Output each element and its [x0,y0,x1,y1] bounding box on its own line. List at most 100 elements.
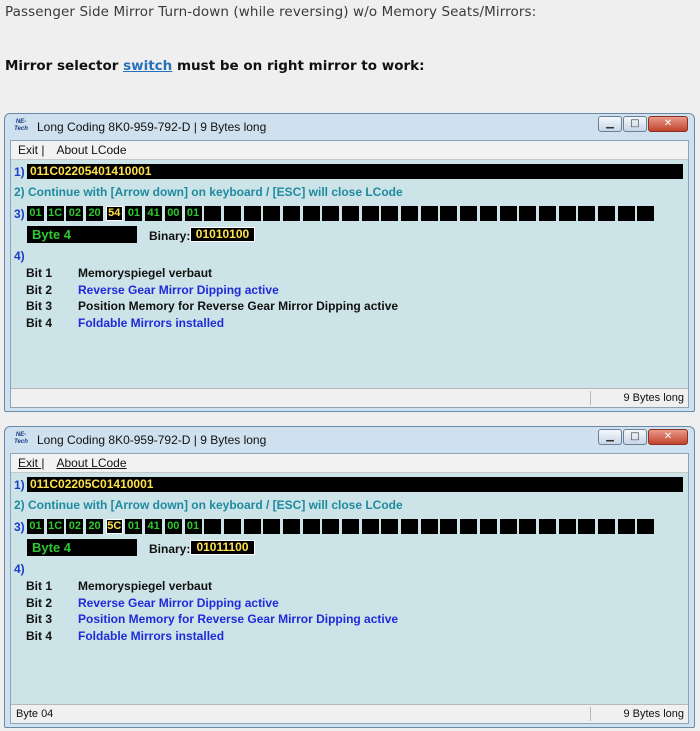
byte-cell[interactable] [617,206,635,221]
coding-field[interactable]: 011C02205C01410001 [27,477,683,492]
menu-exit[interactable]: Exit | [18,143,44,157]
byte-cell[interactable] [204,519,222,534]
byte-cell[interactable] [519,206,537,221]
byte-cell[interactable] [479,206,497,221]
maximize-button[interactable]: □ [623,429,647,445]
byte-cell[interactable] [361,519,379,534]
menu-about[interactable]: About LCode [56,143,126,157]
byte-cell[interactable] [597,206,615,221]
switch-link[interactable]: switch [123,58,172,74]
byte-cell[interactable]: 5C [105,519,123,534]
byte-cell[interactable] [282,519,300,534]
byte-cell[interactable] [263,206,281,221]
byte-cell[interactable]: 1C [46,519,64,534]
status-divider [590,707,591,721]
bit-row[interactable]: Bit 4 Foldable Mirrors installed [26,629,398,646]
byte-cell[interactable]: 01 [184,519,202,534]
byte-cell[interactable] [637,519,655,534]
byte-cell[interactable]: 00 [164,206,182,221]
byte-cell[interactable]: 41 [145,206,163,221]
byte-cell[interactable] [558,206,576,221]
bit-description: Foldable Mirrors installed [78,628,225,643]
bit-row[interactable]: Bit 2 Reverse Gear Mirror Dipping active [26,283,398,300]
byte-cell[interactable]: 1C [46,206,64,221]
byte-cell[interactable] [204,206,222,221]
byte-cell[interactable] [420,206,438,221]
byte-cell[interactable] [597,519,615,534]
byte-cell[interactable] [617,519,635,534]
byte-cell[interactable]: 01 [125,206,143,221]
bit-row[interactable]: Bit 1 Memoryspiegel verbaut [26,579,398,596]
byte-cell[interactable] [381,206,399,221]
byte-cell[interactable]: 01 [27,519,44,534]
byte-cell[interactable] [440,519,458,534]
byte-cell[interactable] [420,519,438,534]
bit-row[interactable]: Bit 3 Position Memory for Reverse Gear Mi… [26,299,398,316]
byte-cell[interactable]: 41 [145,519,163,534]
title-bar[interactable]: NE-Tech Long Coding 8K0-959-792-D | 9 By… [5,114,694,140]
byte-cell[interactable] [302,519,320,534]
byte-cell[interactable]: 02 [66,206,84,221]
close-button[interactable]: ✕ [648,429,688,445]
menu-exit[interactable]: Exit | [18,456,44,470]
bit-name: Bit 1 [26,266,53,280]
menu-bar: Exit | About LCode [11,454,688,473]
byte-cell[interactable] [322,519,340,534]
byte-cell[interactable]: 00 [164,519,182,534]
bit-row[interactable]: Bit 4 Foldable Mirrors installed [26,316,398,333]
byte-cell[interactable]: 01 [27,206,44,221]
bit-row[interactable]: Bit 2 Reverse Gear Mirror Dipping active [26,596,398,613]
byte-cell[interactable] [401,206,419,221]
byte-cell[interactable] [558,519,576,534]
byte-cell[interactable]: 02 [66,519,84,534]
byte-cells: 01 1C 02 20 54 01 41 00 01 [27,206,657,221]
byte-cell[interactable]: 54 [105,206,123,221]
byte-cell[interactable] [538,519,556,534]
byte-cell[interactable] [223,206,241,221]
close-button[interactable]: ✕ [648,116,688,132]
byte-cell[interactable] [401,519,419,534]
byte-cell[interactable] [440,206,458,221]
minimize-button[interactable]: ▁ [598,429,622,445]
byte-cell[interactable]: 01 [184,206,202,221]
byte-cell[interactable] [538,206,556,221]
byte-cell[interactable] [223,519,241,534]
byte-cell[interactable] [479,519,497,534]
byte-cell[interactable] [578,519,596,534]
byte-cell[interactable] [499,206,517,221]
byte-cell[interactable] [263,519,281,534]
bit-row[interactable]: Bit 3 Position Memory for Reverse Gear Mi… [26,612,398,629]
byte-cell[interactable] [460,206,478,221]
byte-cells: 01 1C 02 20 5C 01 41 00 01 [27,519,657,534]
binary-label: Binary: [149,542,191,556]
byte-cell[interactable] [519,519,537,534]
byte-cell[interactable] [381,519,399,534]
selected-byte-label: Byte 4 [27,226,137,243]
lcode-window-2: NE-Tech Long Coding 8K0-959-792-D | 9 By… [4,426,695,728]
client-area: Exit | About LCode 1) 011C02205401410001… [10,140,689,408]
minimize-button[interactable]: ▁ [598,116,622,132]
byte-cell[interactable] [342,519,359,534]
byte-cell[interactable]: 20 [86,519,104,534]
menu-about[interactable]: About LCode [56,456,126,470]
title-bar[interactable]: NE-Tech Long Coding 8K0-959-792-D | 9 By… [5,427,694,453]
byte-cell[interactable] [322,206,340,221]
row-4-number: 4) [14,249,25,263]
byte-cell[interactable] [302,206,320,221]
byte-cell[interactable] [578,206,596,221]
byte-cell[interactable]: 01 [125,519,143,534]
byte-cell[interactable] [460,519,478,534]
byte-cell[interactable]: 20 [86,206,104,221]
byte-cell[interactable] [499,519,517,534]
byte-cell[interactable] [282,206,300,221]
byte-cell[interactable] [243,519,261,534]
byte-cell[interactable] [361,206,379,221]
bit-description: Reverse Gear Mirror Dipping active [78,282,279,297]
byte-cell[interactable] [243,206,261,221]
coding-field[interactable]: 011C02205401410001 [27,164,683,179]
maximize-button[interactable]: □ [623,116,647,132]
byte-cell[interactable] [637,206,655,221]
byte-cell[interactable] [342,206,359,221]
bit-row[interactable]: Bit 1 Memoryspiegel verbaut [26,266,398,283]
binary-value: 01011100 [190,540,255,555]
